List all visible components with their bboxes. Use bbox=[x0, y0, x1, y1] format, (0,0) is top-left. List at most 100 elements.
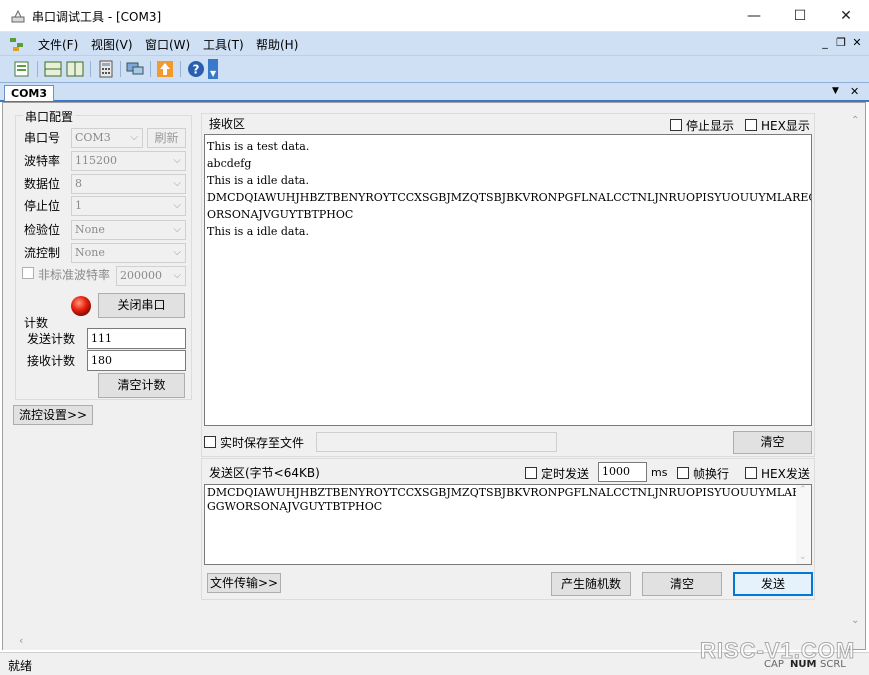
send-button[interactable]: 发送 bbox=[733, 572, 813, 596]
send-interval-field[interactable]: 1000 bbox=[598, 462, 647, 482]
stop-display-checkbox[interactable] bbox=[670, 119, 682, 131]
network-monitor-icon[interactable] bbox=[125, 59, 145, 79]
file-transfer-button[interactable]: 文件传输>> bbox=[207, 573, 281, 593]
clear-send-button[interactable]: 清空 bbox=[642, 572, 722, 596]
databits-label: 数据位 bbox=[24, 177, 61, 191]
send-line: DMCDQIAWUHJHBZTBENYROYTCCXSGBJMZQTSBJBKV… bbox=[207, 486, 812, 499]
minimize-button[interactable]: — bbox=[731, 0, 777, 32]
clear-count-button[interactable]: 清空计数 bbox=[98, 373, 185, 398]
tab-close-button[interactable]: ✕ bbox=[850, 85, 859, 98]
toolbar-separator bbox=[150, 61, 151, 77]
flow-control-select: None ⌵ bbox=[71, 243, 186, 263]
help-icon[interactable]: ? bbox=[186, 59, 206, 79]
document-vertical-scrollbar[interactable]: ⌃ ⌄ bbox=[846, 103, 865, 633]
baud-label: 波特率 bbox=[24, 154, 61, 168]
flow-control-label: 流控制 bbox=[24, 246, 61, 260]
stopbits-label: 停止位 bbox=[24, 199, 61, 213]
calculator-icon[interactable] bbox=[96, 59, 116, 79]
port-select: COM3 ⌵ bbox=[71, 128, 143, 148]
hex-send-label: HEX发送 bbox=[761, 467, 810, 481]
serial-config-label: 串口配置 bbox=[23, 108, 76, 125]
send-count-field[interactable]: 111 bbox=[87, 328, 186, 349]
layout-vertical-icon[interactable] bbox=[65, 59, 85, 79]
mdi-close-button[interactable]: ✕ bbox=[850, 36, 864, 49]
stopbits-value: 1 bbox=[75, 199, 82, 212]
parity-value: None bbox=[75, 223, 105, 236]
flow-settings-button[interactable]: 流控设置>> bbox=[13, 405, 93, 425]
timed-send-checkbox[interactable] bbox=[525, 467, 537, 479]
close-button[interactable]: ✕ bbox=[823, 0, 869, 32]
tab-list-dropdown[interactable]: ▼ bbox=[832, 86, 839, 96]
interval-unit-label: ms bbox=[651, 466, 668, 479]
random-data-button[interactable]: 产生随机数 bbox=[551, 572, 631, 596]
frame-newline-label: 帧换行 bbox=[693, 467, 730, 481]
window-title: 串口调试工具 - [COM3] bbox=[32, 10, 162, 24]
send-text-area[interactable]: DMCDQIAWUHJHBZTBENYROYTCCXSGBJMZQTSBJBKV… bbox=[204, 484, 812, 565]
hex-display-label: HEX显示 bbox=[761, 119, 810, 133]
watermark: RISC-V1.COM bbox=[699, 638, 856, 664]
menu-help[interactable]: 帮助(H) bbox=[256, 36, 298, 53]
toolbar-separator bbox=[37, 61, 38, 77]
nonstd-baud-value: 200000 bbox=[120, 269, 162, 282]
receive-text-area[interactable]: This is a test data. abcdefg This is a i… bbox=[204, 134, 812, 426]
mdi-doc-icon[interactable] bbox=[8, 35, 26, 53]
menu-tools[interactable]: 工具(T) bbox=[203, 36, 244, 53]
toolbar-separator bbox=[90, 61, 91, 77]
svg-text:?: ? bbox=[193, 63, 200, 77]
scroll-left-icon[interactable]: ‹ bbox=[19, 634, 23, 647]
clear-receive-button[interactable]: 清空 bbox=[733, 431, 812, 454]
port-status-indicator-icon bbox=[71, 296, 91, 316]
menu-window[interactable]: 窗口(W) bbox=[145, 36, 190, 53]
send-area-label: 发送区(字节<64KB) bbox=[207, 464, 322, 481]
stop-display-label: 停止显示 bbox=[686, 119, 735, 133]
scroll-up-icon[interactable]: ⌃ bbox=[851, 115, 859, 126]
mdi-minimize-button[interactable]: _ bbox=[818, 36, 832, 49]
toolbar-overflow-button[interactable]: ▼ bbox=[208, 59, 218, 79]
nonstd-baud-label: 非标准波特率 bbox=[38, 268, 111, 282]
receive-line: This is a idle data. bbox=[207, 225, 309, 238]
chevron-down-icon: ⌵ bbox=[173, 155, 181, 166]
send-scrollbar[interactable]: ⌃ ⌄ bbox=[796, 485, 811, 564]
hex-display-checkbox[interactable] bbox=[745, 119, 757, 131]
nonstd-baud-checkbox bbox=[22, 267, 34, 279]
baud-value: 115200 bbox=[75, 154, 117, 167]
mdi-restore-button[interactable]: ❐ bbox=[834, 36, 848, 49]
nonstd-baud-select: 200000 ⌵ bbox=[116, 266, 186, 286]
new-document-icon[interactable] bbox=[12, 59, 32, 79]
com3-document-window: 串口配置 串口号 COM3 ⌵ 刷新 波特率 115200 ⌵ 数据位 8 ⌵ 停止位… bbox=[2, 102, 866, 650]
databits-value: 8 bbox=[75, 177, 82, 190]
chevron-down-icon: ⌵ bbox=[173, 178, 181, 189]
receive-line: abcdefg bbox=[207, 157, 252, 170]
maximize-button[interactable]: ☐ bbox=[777, 0, 823, 32]
scroll-down-icon[interactable]: ⌄ bbox=[799, 552, 807, 562]
scroll-down-icon[interactable]: ⌄ bbox=[851, 615, 859, 626]
baud-select: 115200 ⌵ bbox=[71, 151, 186, 171]
frame-newline-checkbox[interactable] bbox=[677, 467, 689, 479]
upload-icon[interactable] bbox=[155, 59, 175, 79]
chevron-down-icon: ⌵ bbox=[173, 224, 181, 235]
flow-control-value: None bbox=[75, 246, 105, 259]
recv-count-field[interactable]: 180 bbox=[87, 350, 186, 371]
menu-view[interactable]: 视图(V) bbox=[91, 36, 133, 53]
layout-horizontal-icon[interactable] bbox=[43, 59, 63, 79]
receive-label: 接收区 bbox=[207, 115, 248, 132]
recv-count-label: 接收计数 bbox=[27, 354, 76, 368]
menu-file[interactable]: 文件(F) bbox=[38, 36, 78, 53]
scroll-up-icon[interactable]: ⌃ bbox=[799, 485, 807, 495]
chevron-down-icon: ▼ bbox=[210, 69, 217, 78]
parity-label: 检验位 bbox=[24, 223, 61, 237]
port-label: 串口号 bbox=[24, 131, 61, 145]
save-file-path-field bbox=[316, 432, 557, 452]
chevron-down-icon: ⌵ bbox=[173, 200, 181, 211]
receive-line: This is a test data. bbox=[207, 140, 310, 153]
menu-bar: 文件(F) 视图(V) 窗口(W) 工具(T) 帮助(H) _ ❐ ✕ bbox=[0, 32, 869, 56]
toolbar: ? ▼ bbox=[0, 56, 869, 82]
refresh-button: 刷新 bbox=[147, 128, 186, 148]
tab-com3[interactable]: COM3 bbox=[4, 85, 55, 101]
save-to-file-checkbox[interactable] bbox=[204, 436, 216, 448]
hex-send-checkbox[interactable] bbox=[745, 467, 757, 479]
close-port-button[interactable]: 关闭串口 bbox=[98, 293, 185, 318]
timed-send-label: 定时发送 bbox=[541, 467, 590, 481]
document-tab-strip: COM3 ▼ ✕ bbox=[0, 82, 869, 102]
toolbar-separator bbox=[180, 61, 181, 77]
